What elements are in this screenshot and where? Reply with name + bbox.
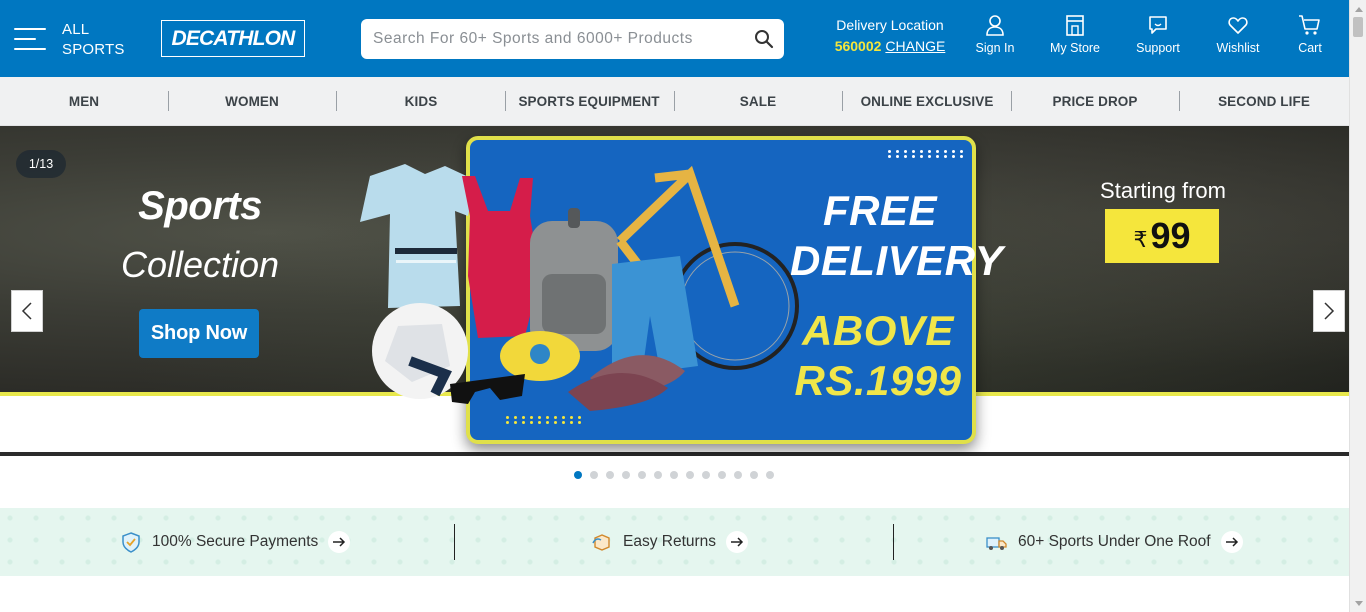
carousel-dot-7[interactable]	[670, 471, 678, 479]
cart-button[interactable]: Cart	[1294, 14, 1326, 62]
my-store-label: My Store	[1050, 41, 1101, 55]
promo-line2: DELIVERY	[790, 237, 1004, 284]
hero-bottom-border	[0, 452, 1349, 456]
delivery-pincode: 560002	[834, 38, 882, 54]
store-icon	[1066, 15, 1084, 36]
search-input[interactable]	[373, 19, 743, 59]
nav-item-kids[interactable]: KIDS	[337, 77, 505, 125]
sports-products-collage	[360, 164, 799, 411]
carousel-dot-11[interactable]	[734, 471, 742, 479]
scroll-down-arrow-icon[interactable]	[1350, 595, 1366, 612]
return-box-icon	[592, 534, 610, 551]
usp-easy-returns[interactable]: Easy Returns	[591, 528, 749, 556]
usp-sports-under-one-roof[interactable]: 60+ Sports Under One Roof	[986, 528, 1243, 556]
promo-line4: RS.1999	[794, 357, 962, 404]
delivery-location: Delivery Location 560002 CHANGE	[834, 16, 946, 55]
tshirt-image	[360, 164, 475, 308]
starting-from-label: Starting from	[1100, 178, 1226, 203]
usp-sports-under-one-roof-label: 60+ Sports Under One Roof	[1018, 533, 1211, 550]
nav-item-online-exclusive[interactable]: ONLINE EXCLUSIVE	[843, 77, 1011, 125]
carousel-dot-4[interactable]	[622, 471, 630, 479]
cart-label: Cart	[1298, 41, 1322, 55]
decathlon-logo[interactable]: DECATHLON	[161, 20, 305, 57]
carousel-dot-13[interactable]	[766, 471, 774, 479]
change-location-link[interactable]: CHANGE	[885, 38, 945, 54]
usp-separator	[893, 524, 894, 560]
starting-price-badge: ₹ 99	[1105, 209, 1219, 263]
usp-secure-payments[interactable]: 100% Secure Payments	[120, 528, 351, 556]
nav-item-women[interactable]: WOMEN	[168, 77, 336, 125]
carousel-next-button[interactable]	[1313, 290, 1345, 332]
user-icon	[986, 15, 1004, 36]
support-label: Support	[1136, 41, 1180, 55]
cart-icon	[1299, 15, 1320, 35]
carousel-dot-6[interactable]	[654, 471, 662, 479]
decorative-dots	[888, 150, 966, 158]
page: ALL SPORTS DECATHLON Delivery Location 5…	[0, 0, 1366, 612]
nav-item-sale[interactable]: SALE	[674, 77, 842, 125]
search-icon[interactable]	[754, 29, 774, 49]
backpack-image	[530, 208, 618, 351]
arrow-right-icon	[1220, 531, 1243, 553]
shield-check-icon	[122, 532, 140, 553]
delivery-location-label: Delivery Location	[836, 17, 944, 33]
sign-in-label: Sign In	[975, 41, 1015, 55]
carousel-pagination	[574, 471, 774, 481]
carousel-dot-2[interactable]	[590, 471, 598, 479]
page-scrollbar[interactable]	[1349, 0, 1366, 612]
delivery-truck-icon	[986, 537, 1007, 550]
carousel-dot-12[interactable]	[750, 471, 758, 479]
promo-line3: ABOVE	[802, 307, 954, 354]
my-store-button[interactable]: My Store	[1050, 14, 1100, 62]
nav-item-men[interactable]: MEN	[0, 77, 168, 125]
support-chat-icon	[1149, 16, 1167, 34]
starting-price: 99	[1150, 215, 1191, 256]
shop-now-button[interactable]: Shop Now	[139, 309, 259, 358]
carousel-dot-10[interactable]	[718, 471, 726, 479]
carousel-dot-5[interactable]	[638, 471, 646, 479]
carousel-dot-1[interactable]	[574, 471, 582, 479]
usp-easy-returns-label: Easy Returns	[623, 533, 717, 550]
carousel-dot-8[interactable]	[686, 471, 694, 479]
all-sports-label: ALL SPORTS	[62, 20, 125, 60]
wishlist-label: Wishlist	[1216, 41, 1260, 55]
promo-above-text: ABOVE RS.1999	[788, 306, 968, 406]
hero-banner[interactable]: 1/13 Sports Collection Shop Now FREE DEL…	[0, 126, 1349, 456]
all-sports-menu-button[interactable]: ALL SPORTS	[14, 18, 124, 62]
sandals-image	[568, 355, 685, 411]
carousel-dot-9[interactable]	[702, 471, 710, 479]
search-bar	[361, 19, 784, 59]
wishlist-button[interactable]: Wishlist	[1214, 14, 1262, 62]
nav-item-sports-equipment[interactable]: SPORTS EQUIPMENT	[505, 77, 673, 125]
menu-label-line2: SPORTS	[62, 41, 125, 58]
carousel-prev-button[interactable]	[11, 290, 43, 332]
swim-top-image	[462, 176, 540, 338]
chevron-left-icon	[21, 302, 32, 320]
nav-item-price-drop[interactable]: PRICE DROP	[1011, 77, 1179, 125]
carousel-dot-3[interactable]	[606, 471, 614, 479]
nav-item-second-life[interactable]: SECOND LIFE	[1180, 77, 1348, 125]
hamburger-icon	[14, 26, 46, 52]
top-header: ALL SPORTS DECATHLON Delivery Location 5…	[0, 0, 1349, 77]
usp-secure-payments-label: 100% Secure Payments	[152, 533, 319, 550]
arrow-right-icon	[726, 531, 749, 553]
heart-icon	[1228, 17, 1248, 34]
promo-line1: FREE	[822, 187, 937, 234]
sunglasses-image	[450, 374, 525, 404]
arrow-right-icon	[328, 531, 351, 553]
menu-label-line1: ALL	[62, 21, 90, 38]
chevron-right-icon	[1324, 302, 1335, 320]
currency-symbol: ₹	[1133, 227, 1148, 252]
promo-free-delivery-text: FREE DELIVERY	[790, 186, 1004, 286]
sign-in-button[interactable]: Sign In	[974, 14, 1016, 62]
scrollbar-thumb[interactable]	[1353, 17, 1363, 37]
hero-title: Sports	[138, 184, 262, 228]
scroll-up-arrow-icon[interactable]	[1350, 0, 1366, 17]
support-button[interactable]: Support	[1134, 14, 1182, 62]
usp-strip: 100% Secure Payments Easy Returns 60+ Sp…	[0, 508, 1349, 576]
hero-subtitle: Collection	[120, 244, 280, 285]
category-nav: MEN WOMEN KIDS SPORTS EQUIPMENT SALE ONL…	[0, 77, 1349, 126]
usp-separator	[454, 524, 455, 560]
slide-counter: 1/13	[16, 150, 66, 178]
